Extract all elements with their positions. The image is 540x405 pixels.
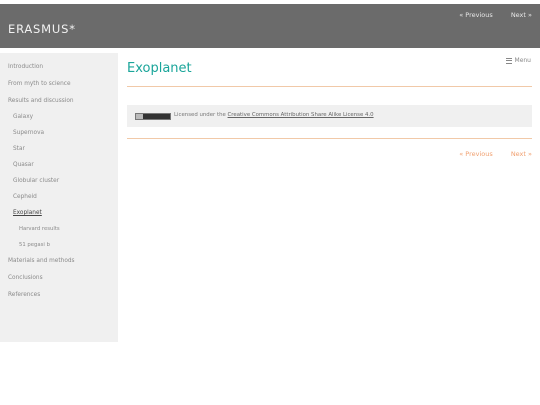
bottom-pagination: « Previous Next » bbox=[443, 150, 532, 158]
sidebar-item-harvard-results[interactable]: Harvard results bbox=[0, 223, 118, 235]
license-text: Licensed under the Creative Commons Attr… bbox=[174, 112, 374, 118]
sidebar-item-materials-and-methods[interactable]: Materials and methods bbox=[0, 255, 118, 267]
sidebar-item-globular-cluster[interactable]: Globular cluster bbox=[0, 175, 118, 187]
top-bar: ERASMUS* « Previous Next » bbox=[0, 4, 540, 48]
next-link[interactable]: Next » bbox=[511, 11, 532, 19]
menu-button[interactable]: Menu bbox=[505, 57, 531, 64]
sidebar-item-supernova[interactable]: Supernova bbox=[0, 127, 118, 139]
license-box: Licensed under the Creative Commons Attr… bbox=[127, 105, 532, 127]
page-title: Exoplanet bbox=[127, 61, 192, 76]
sidebar-item-quasar[interactable]: Quasar bbox=[0, 159, 118, 171]
sidebar-item-cepheid[interactable]: Cepheid bbox=[0, 191, 118, 203]
menu-label: Menu bbox=[514, 57, 531, 64]
sidebar-item-exoplanet[interactable]: Exoplanet bbox=[0, 207, 118, 219]
cc-by-sa-badge-icon[interactable] bbox=[135, 113, 171, 120]
bottom-next-link[interactable]: Next » bbox=[511, 150, 532, 158]
sidebar-nav: Introduction From myth to science Result… bbox=[0, 53, 118, 342]
license-prefix: Licensed under the bbox=[174, 112, 228, 118]
sidebar-item-introduction[interactable]: Introduction bbox=[0, 61, 118, 73]
sidebar-item-from-myth-to-science[interactable]: From myth to science bbox=[0, 78, 118, 90]
site-brand[interactable]: ERASMUS* bbox=[8, 22, 76, 36]
hamburger-icon bbox=[505, 57, 512, 64]
sidebar-item-galaxy[interactable]: Galaxy bbox=[0, 111, 118, 123]
sidebar-item-star[interactable]: Star bbox=[0, 143, 118, 155]
top-pagination: « Previous Next » bbox=[443, 11, 532, 19]
sidebar-item-results-and-discussion[interactable]: Results and discussion bbox=[0, 95, 118, 107]
sidebar-item-references[interactable]: References bbox=[0, 289, 118, 301]
license-link[interactable]: Creative Commons Attribution Share Alike… bbox=[228, 112, 374, 118]
previous-link[interactable]: « Previous bbox=[459, 11, 493, 19]
title-divider bbox=[127, 86, 532, 87]
content-divider bbox=[127, 138, 532, 139]
sidebar-item-51-pegasi-b[interactable]: 51 pegasi b bbox=[0, 239, 118, 251]
sidebar-item-conclusions[interactable]: Conclusions bbox=[0, 272, 118, 284]
bottom-previous-link[interactable]: « Previous bbox=[459, 150, 493, 158]
